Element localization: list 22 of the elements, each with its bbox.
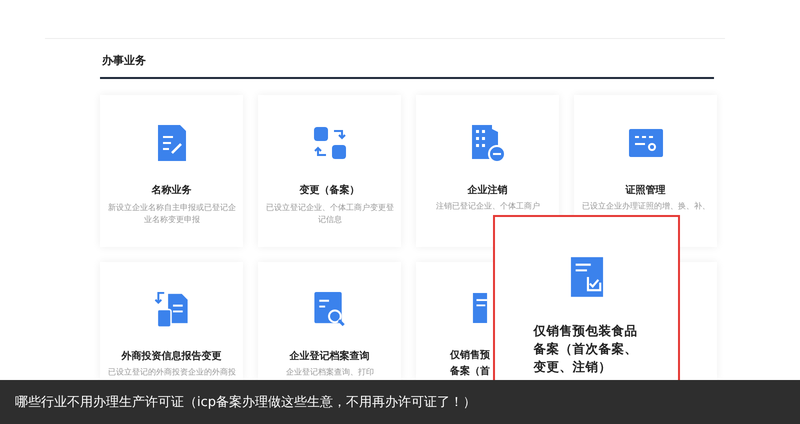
card-description: 已设立登记的外商投资企业的外商投	[108, 366, 236, 378]
service-card[interactable]: 名称业务 新设立企业名称自主申报或已登记企业名称变更申报	[100, 95, 243, 247]
section-title: 办事业务	[102, 53, 146, 68]
card-description: 已设立企业办理证照的增、换、补、	[582, 200, 710, 212]
card-title: 名称业务	[152, 184, 192, 197]
enlarged-card-tooltip[interactable]: 仅销售预包装食品备案（首次备案、变更、注销）	[493, 215, 680, 380]
card-title-line: 仅销售预	[450, 348, 490, 363]
card-title: 企业注销	[468, 183, 508, 197]
service-card[interactable]: 企业登记档案查询 企业登记档案查询、打印	[258, 262, 401, 380]
service-card[interactable]: 变更（备案） 已设立登记企业、个体工商户变更登记信息	[258, 95, 401, 247]
card-title: 外商投资信息报告变更	[122, 349, 222, 363]
card-description: 注销已登记企业、个体工商户	[434, 200, 540, 212]
card-description: 企业登记档案查询、打印	[284, 366, 374, 378]
card-title: 变更（备案）	[300, 183, 360, 197]
card-description: 新设立企业名称自主申报或已登记企业名称变更申报	[108, 202, 236, 226]
card-title: 企业登记档案查询	[290, 349, 370, 363]
card-title: 证照管理	[626, 184, 666, 197]
service-card[interactable]: 外商投资信息报告变更 已设立登记的外商投资企业的外商投	[100, 262, 243, 380]
service-card[interactable]: 企业注销 注销已登记企业、个体工商户	[416, 95, 559, 247]
card-title-line: 备案（首	[450, 364, 490, 379]
card-description: 已设立登记企业、个体工商户变更登记信息	[266, 202, 394, 226]
caption-text: 哪些行业不用办理生产许可证（icp备案办理做这些生意，不用再办许可证了！）	[15, 394, 476, 411]
